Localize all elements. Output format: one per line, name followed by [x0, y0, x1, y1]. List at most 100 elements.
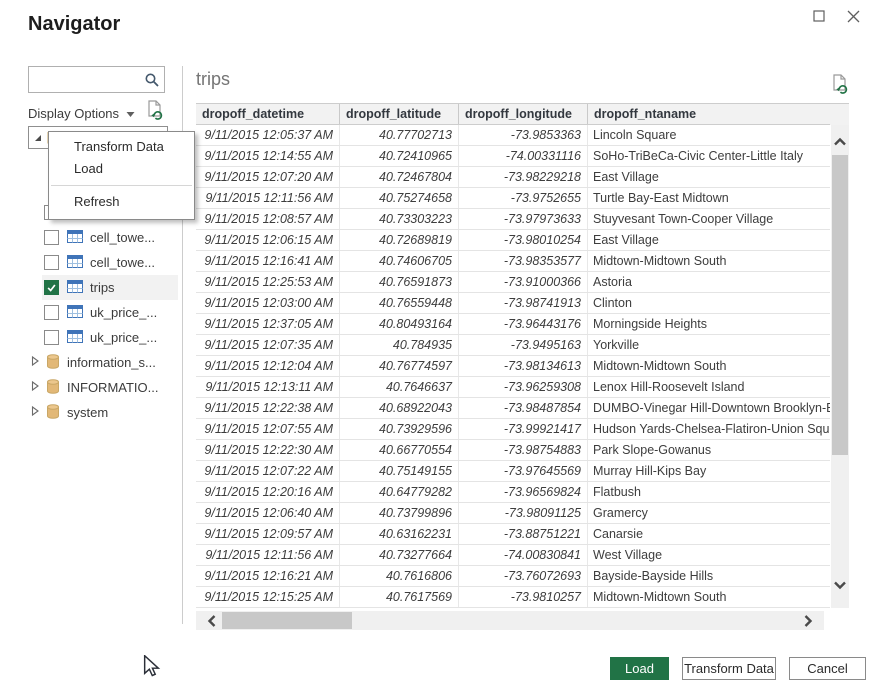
- preview-cell: 9/11/2015 12:09:57 AM: [196, 524, 340, 544]
- preview-cell: Turtle Bay-East Midtown: [588, 188, 830, 208]
- close-icon[interactable]: [845, 8, 861, 24]
- menu-item-transform-data[interactable]: Transform Data: [49, 136, 194, 158]
- column-header-dropoff-datetime[interactable]: dropoff_datetime: [196, 104, 340, 124]
- column-header-dropoff-longitude[interactable]: dropoff_longitude: [459, 104, 588, 124]
- preview-cell: 40.77702713: [340, 125, 459, 145]
- table-row: 9/11/2015 12:07:22 AM40.75149155-73.9764…: [196, 461, 830, 482]
- preview-cell: 40.7646637: [340, 377, 459, 397]
- preview-cell: 9/11/2015 12:06:15 AM: [196, 230, 340, 250]
- checkbox-unchecked[interactable]: [44, 305, 59, 320]
- preview-table-body: 9/11/2015 12:05:37 AM40.77702713-73.9853…: [196, 125, 830, 608]
- mouse-cursor-icon: [143, 655, 161, 682]
- checkbox-checked[interactable]: [44, 280, 59, 295]
- preview-cell: Yorkville: [588, 335, 830, 355]
- sidebar-item-uk-price[interactable]: uk_price_...: [28, 325, 178, 350]
- table-row: 9/11/2015 12:07:20 AM40.72467804-73.9822…: [196, 167, 830, 188]
- scroll-up-icon[interactable]: [833, 134, 847, 152]
- scroll-right-icon[interactable]: [803, 614, 813, 633]
- preview-cell: 9/11/2015 12:08:57 AM: [196, 209, 340, 229]
- preview-cell: Bayside-Bayside Hills: [588, 566, 830, 586]
- vertical-scroll-thumb[interactable]: [832, 155, 848, 455]
- menu-item-refresh[interactable]: Refresh: [49, 191, 194, 213]
- search-icon[interactable]: [142, 70, 162, 90]
- preview-cell: 40.7616806: [340, 566, 459, 586]
- sidebar-item-information-s[interactable]: information_s...: [28, 350, 178, 375]
- table-row: 9/11/2015 12:12:04 AM40.76774597-73.9813…: [196, 356, 830, 377]
- column-header-dropoff-ntaname[interactable]: dropoff_ntaname: [588, 104, 849, 124]
- collapsed-triangle-icon[interactable]: [30, 355, 40, 370]
- sidebar-item-uk-price[interactable]: uk_price_...: [28, 300, 178, 325]
- preview-cell: -73.98134613: [459, 356, 588, 376]
- display-options-row: Display Options: [28, 103, 164, 123]
- table-row: 9/11/2015 12:08:57 AM40.73303223-73.9797…: [196, 209, 830, 230]
- table-icon: [67, 305, 83, 321]
- preview-cell: 9/11/2015 12:20:16 AM: [196, 482, 340, 502]
- horizontal-scroll-thumb[interactable]: [222, 612, 352, 629]
- vertical-scrollbar[interactable]: [831, 125, 849, 608]
- sidebar-item-cell-towe[interactable]: cell_towe...: [28, 225, 178, 250]
- preview-cell: -73.98754883: [459, 440, 588, 460]
- table-row: 9/11/2015 12:07:35 AM40.784935-73.949516…: [196, 335, 830, 356]
- display-options-button[interactable]: Display Options: [28, 106, 119, 121]
- preview-cell: 9/11/2015 12:14:55 AM: [196, 146, 340, 166]
- preview-cell: Morningside Heights: [588, 314, 830, 334]
- window-controls: [811, 8, 861, 24]
- maximize-icon[interactable]: [811, 8, 827, 24]
- sidebar-item-label: INFORMATIO...: [67, 380, 158, 395]
- scroll-down-icon[interactable]: [833, 577, 847, 595]
- scrollbar-corner: [830, 103, 849, 125]
- sidebar-item-trips[interactable]: trips: [42, 275, 178, 300]
- sidebar-item-system[interactable]: system: [28, 400, 178, 425]
- collapsed-triangle-icon[interactable]: [30, 380, 40, 395]
- checkbox-unchecked[interactable]: [44, 330, 59, 345]
- sidebar-item-informatio[interactable]: INFORMATIO...: [28, 375, 178, 400]
- table-row: 9/11/2015 12:15:25 AM40.7617569-73.98102…: [196, 587, 830, 608]
- preview-cell: 40.7617569: [340, 587, 459, 607]
- preview-cell: 40.76559448: [340, 293, 459, 313]
- preview-cell: -73.98010254: [459, 230, 588, 250]
- column-header-dropoff-latitude[interactable]: dropoff_latitude: [340, 104, 459, 124]
- cancel-button[interactable]: Cancel: [789, 657, 866, 680]
- search-input[interactable]: [34, 69, 142, 91]
- database-icon: [46, 354, 60, 372]
- table-row: 9/11/2015 12:03:00 AM40.76559448-73.9874…: [196, 293, 830, 314]
- transform-data-button[interactable]: Transform Data: [682, 657, 776, 680]
- preview-cell: Park Slope-Gowanus: [588, 440, 830, 460]
- table-row: 9/11/2015 12:16:21 AM40.7616806-73.76072…: [196, 566, 830, 587]
- collapsed-triangle-icon[interactable]: [30, 405, 40, 420]
- database-icon: [46, 379, 60, 397]
- preview-cell: 9/11/2015 12:07:55 AM: [196, 419, 340, 439]
- checkbox-unchecked[interactable]: [44, 255, 59, 270]
- checkbox-unchecked[interactable]: [44, 230, 59, 245]
- preview-cell: -73.99921417: [459, 419, 588, 439]
- preview-cell: 9/11/2015 12:16:21 AM: [196, 566, 340, 586]
- preview-cell: -73.96259308: [459, 377, 588, 397]
- preview-cell: 40.75274658: [340, 188, 459, 208]
- preview-cell: Lincoln Square: [588, 125, 830, 145]
- preview-cell: 40.74606705: [340, 251, 459, 271]
- preview-cell: -73.9752655: [459, 188, 588, 208]
- refresh-schema-icon[interactable]: [146, 100, 164, 126]
- chevron-down-icon[interactable]: [126, 105, 135, 123]
- table-row: 9/11/2015 12:07:55 AM40.73929596-73.9992…: [196, 419, 830, 440]
- sidebar-item-label: information_s...: [67, 355, 156, 370]
- sidebar-item-cell-towe[interactable]: cell_towe...: [28, 250, 178, 275]
- preview-cell: 40.72689819: [340, 230, 459, 250]
- table-row: 9/11/2015 12:22:30 AM40.66770554-73.9875…: [196, 440, 830, 461]
- preview-cell: -73.96569824: [459, 482, 588, 502]
- preview-cell: 40.72410965: [340, 146, 459, 166]
- menu-item-load[interactable]: Load: [49, 158, 194, 180]
- preview-cell: Clinton: [588, 293, 830, 313]
- sidebar-item-label: system: [67, 405, 108, 420]
- horizontal-scrollbar[interactable]: [196, 611, 824, 630]
- preview-cell: 9/11/2015 12:37:05 AM: [196, 314, 340, 334]
- preview-cell: 40.76591873: [340, 272, 459, 292]
- preview-cell: 9/11/2015 12:07:22 AM: [196, 461, 340, 481]
- refresh-preview-icon[interactable]: [831, 74, 849, 100]
- preview-cell: 9/11/2015 12:15:25 AM: [196, 587, 340, 607]
- preview-cell: Lenox Hill-Roosevelt Island: [588, 377, 830, 397]
- scroll-left-icon[interactable]: [207, 614, 217, 633]
- preview-cell: 9/11/2015 12:22:38 AM: [196, 398, 340, 418]
- table-icon: [67, 280, 83, 296]
- load-button[interactable]: Load: [610, 657, 669, 680]
